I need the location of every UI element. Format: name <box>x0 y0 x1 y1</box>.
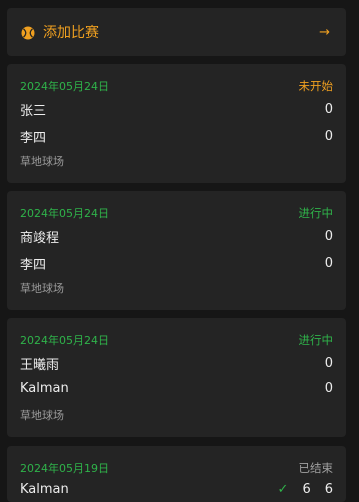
player-two-name: Kalman <box>20 381 69 396</box>
match-date: 2024年05月24日 <box>20 207 109 220</box>
match-card[interactable]: 2024年05月24日 进行中 商竣程 0 李四 0 草地球场 <box>7 191 346 310</box>
arrow-right-icon: → <box>319 24 330 40</box>
match-date: 2024年05月24日 <box>20 80 109 93</box>
match-venue: 草地球场 <box>20 409 64 422</box>
match-status: 进行中 <box>298 206 334 220</box>
match-card[interactable]: 2024年05月24日 未开始 张三 0 李四 0 草地球场 <box>7 64 346 183</box>
set-two-score: 6 <box>324 482 333 497</box>
add-match-button[interactable]: 添加比赛 → <box>7 8 346 56</box>
player-one-score: 0 <box>324 102 333 117</box>
player-two-score: 0 <box>324 256 333 271</box>
player-one-score: 0 <box>324 356 333 371</box>
player-two-score: 0 <box>324 381 333 396</box>
match-venue: 草地球场 <box>20 282 64 295</box>
player-one-score: 0 <box>324 229 333 244</box>
player-one-name: Kalman <box>20 482 69 497</box>
match-date: 2024年05月19日 <box>20 462 109 475</box>
match-date: 2024年05月24日 <box>20 334 109 347</box>
set-one-score: 6 <box>302 482 311 497</box>
player-two-name: 李四 <box>20 258 47 273</box>
match-status: 进行中 <box>298 333 334 347</box>
player-one-name: 商竣程 <box>20 231 60 246</box>
add-match-label: 添加比赛 <box>43 25 99 41</box>
player-one-name: 王曦雨 <box>20 358 60 373</box>
winner-check-icon: ✓ <box>277 482 289 497</box>
match-card[interactable]: 2024年05月19日 已结束 Kalman ✓ 6 6 <box>7 446 346 502</box>
match-status: 未开始 <box>298 79 334 93</box>
match-venue: 草地球场 <box>20 155 64 168</box>
tennis-ball-icon <box>21 25 35 40</box>
player-two-score: 0 <box>324 129 333 144</box>
player-one-name: 张三 <box>20 104 47 119</box>
player-two-name: 李四 <box>20 131 47 146</box>
match-card[interactable]: 2024年05月24日 进行中 王曦雨 0 Kalman 0 草地球场 <box>7 318 346 437</box>
match-status: 已结束 <box>298 461 334 475</box>
